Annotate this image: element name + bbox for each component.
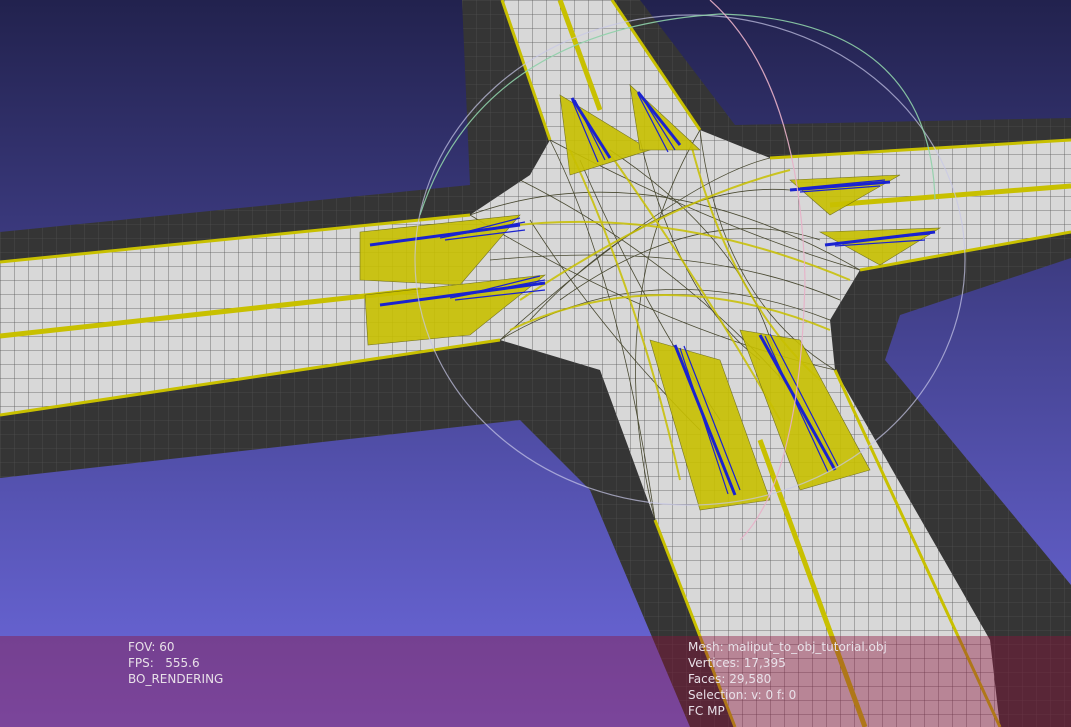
mesh-info-panel: Mesh: maliput_to_obj_tutorial.obj Vertic… <box>688 639 887 719</box>
fps-readout: FPS: 555.6 <box>128 656 200 670</box>
mesh-name-readout: Mesh: maliput_to_obj_tutorial.obj <box>688 640 887 654</box>
3d-viewport[interactable] <box>0 0 1071 727</box>
render-stats-panel: FOV: 60 FPS: 555.6 BO_RENDERING <box>128 639 223 687</box>
fov-readout: FOV: 60 <box>128 640 175 654</box>
faces-readout: Faces: 29,580 <box>688 672 772 686</box>
flags-readout: FC MP <box>688 704 725 718</box>
selection-readout: Selection: v: 0 f: 0 <box>688 688 797 702</box>
render-mode-readout: BO_RENDERING <box>128 672 224 686</box>
mesh-render[interactable] <box>0 0 1071 727</box>
vertices-readout: Vertices: 17,395 <box>688 656 786 670</box>
